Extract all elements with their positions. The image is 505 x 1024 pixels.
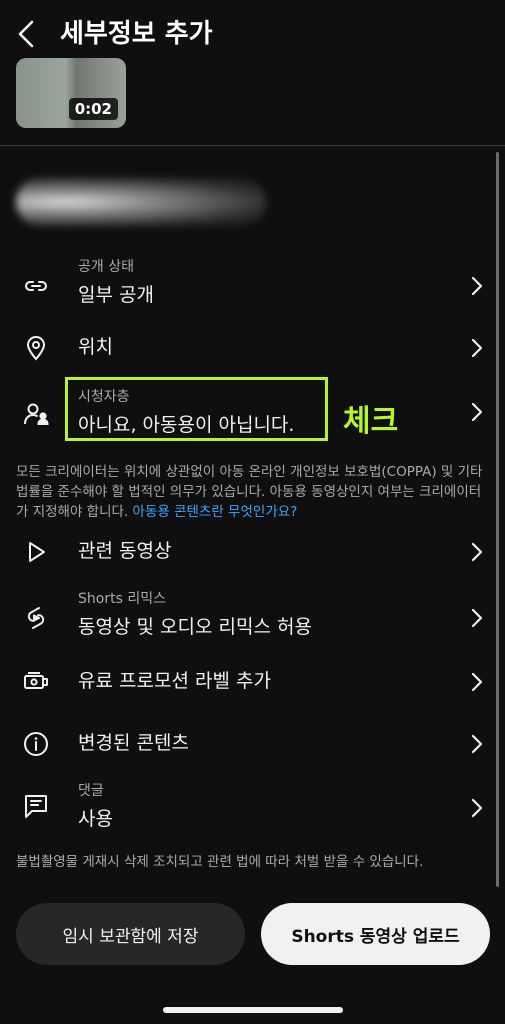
back-button[interactable] bbox=[10, 14, 42, 54]
link-icon bbox=[22, 272, 50, 300]
chevron-right-icon bbox=[469, 670, 485, 694]
duration-badge: 0:02 bbox=[68, 98, 118, 120]
row-visibility[interactable]: 공개 상태 일부 공개 bbox=[0, 258, 505, 314]
row-main-label: 일부 공개 bbox=[78, 284, 154, 306]
comment-icon bbox=[22, 792, 50, 820]
row-sub-label: 공개 상태 bbox=[78, 259, 134, 275]
upload-shorts-button[interactable]: Shorts 동영상 업로드 bbox=[261, 903, 490, 965]
illegal-content-notice: 불법촬영물 게재시 삭제 조치되고 관련 법에 따라 처벌 받을 수 있습니다. bbox=[16, 854, 424, 870]
row-shorts-remix[interactable]: Shorts 리믹스 동영상 및 오디오 리믹스 허용 bbox=[0, 590, 505, 646]
row-main-label: 관련 동영상 bbox=[78, 540, 172, 562]
row-main-label: 동영상 및 오디오 리믹스 허용 bbox=[78, 616, 312, 638]
row-main-label: 위치 bbox=[78, 336, 113, 358]
row-sub-label: Shorts 리믹스 bbox=[78, 591, 166, 607]
paid-promotion-icon bbox=[22, 668, 50, 696]
play-icon bbox=[22, 538, 50, 566]
row-main-label: 사용 bbox=[78, 808, 113, 830]
audience-icon bbox=[22, 400, 50, 428]
chevron-right-icon bbox=[469, 796, 485, 820]
home-indicator[interactable] bbox=[163, 1007, 343, 1013]
chevron-right-icon bbox=[469, 400, 485, 424]
annotation-check-label: 체크 bbox=[343, 404, 399, 439]
chevron-right-icon bbox=[469, 336, 485, 360]
row-sub-label: 댓글 bbox=[78, 783, 104, 799]
kids-content-link[interactable]: 아동용 콘텐츠란 무엇인가요? bbox=[133, 504, 298, 520]
row-altered-content[interactable]: 변경된 콘텐츠 bbox=[0, 728, 505, 760]
row-main-label: 유료 프로모션 라벨 추가 bbox=[78, 670, 271, 692]
save-draft-button[interactable]: 임시 보관함에 저장 bbox=[16, 903, 245, 965]
row-related-video[interactable]: 관련 동영상 bbox=[0, 536, 505, 568]
row-paid-promotion[interactable]: 유료 프로모션 라벨 추가 bbox=[0, 666, 505, 698]
shorts-remix-icon bbox=[22, 604, 50, 632]
chevron-right-icon bbox=[469, 274, 485, 298]
back-arrow-icon bbox=[18, 20, 34, 48]
info-icon bbox=[22, 730, 50, 758]
video-thumbnail[interactable]: 0:02 bbox=[16, 58, 126, 128]
divider bbox=[0, 145, 505, 146]
video-title-blurred[interactable] bbox=[16, 178, 266, 226]
chevron-right-icon bbox=[469, 732, 485, 756]
chevron-right-icon bbox=[469, 606, 485, 630]
page-title: 세부정보 추가 bbox=[60, 19, 213, 49]
row-comments[interactable]: 댓글 사용 bbox=[0, 780, 505, 836]
row-location[interactable]: 위치 bbox=[0, 332, 505, 364]
annotation-highlight-box bbox=[65, 377, 328, 441]
location-pin-icon bbox=[22, 334, 50, 362]
coppa-notice: 모든 크리에이터는 위치에 상관없이 아동 온라인 개인정보 보호법(COPPA… bbox=[16, 462, 491, 522]
row-main-label: 변경된 콘텐츠 bbox=[78, 732, 189, 754]
chevron-right-icon bbox=[469, 540, 485, 564]
